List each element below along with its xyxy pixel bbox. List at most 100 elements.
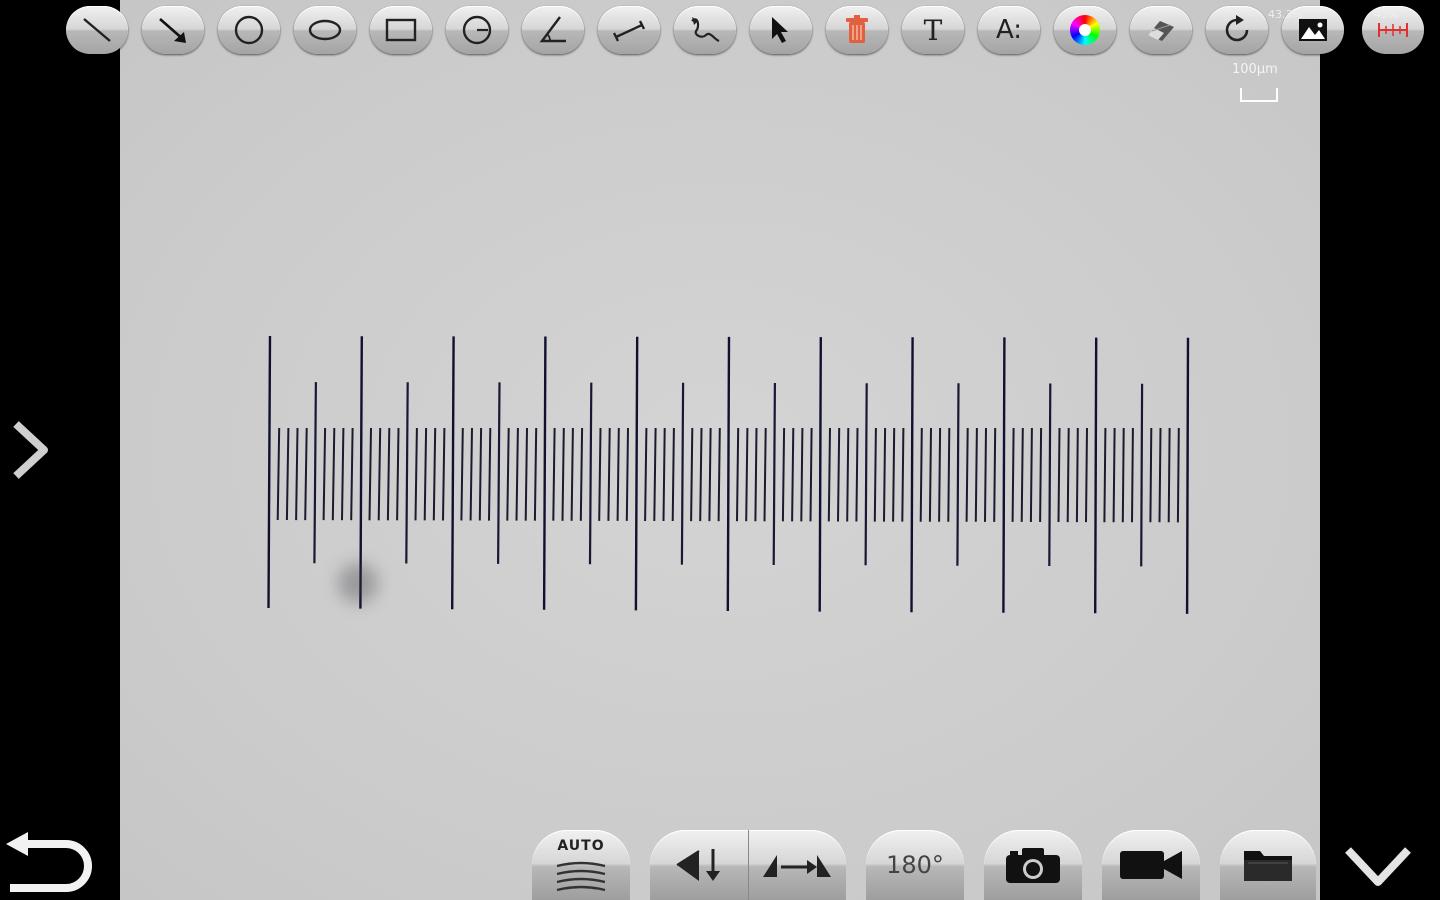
ruler-tick <box>671 427 675 522</box>
rotate-button[interactable] <box>1206 6 1268 54</box>
eraser-button[interactable] <box>1130 6 1192 54</box>
ruler-tick <box>993 427 997 522</box>
ruler-tick <box>598 427 602 521</box>
ruler-tick <box>276 427 281 521</box>
ruler-tick <box>800 427 804 522</box>
radius-circle-tool-button[interactable] <box>446 6 508 54</box>
status-readout-right: 43% <box>1374 8 1399 21</box>
line-tool-button[interactable] <box>66 6 128 54</box>
ruler-tick <box>726 336 731 612</box>
ruler-tick <box>745 427 749 522</box>
ruler-tick <box>506 427 510 521</box>
chevron-right-icon[interactable] <box>6 418 54 482</box>
ruler-tick <box>754 427 758 522</box>
ruler-tick <box>680 382 685 565</box>
ellipse-tool-button[interactable] <box>294 6 356 54</box>
ruler-tick <box>423 427 428 521</box>
ruler-tick <box>368 427 372 521</box>
auto-focus-button[interactable]: AUTO <box>532 830 630 900</box>
ruler-tick <box>919 427 923 522</box>
ruler-tick <box>1002 337 1006 613</box>
color-picker-button[interactable] <box>1054 6 1116 54</box>
distance-icon <box>612 20 646 42</box>
ruler-tick <box>938 427 942 522</box>
rotate-180-label: 180° <box>886 851 944 879</box>
ruler-tick <box>460 427 464 521</box>
ruler-tick <box>377 427 382 521</box>
rectangle-icon <box>385 18 417 42</box>
angle-tool-button[interactable] <box>522 6 584 54</box>
freehand-tool-button[interactable] <box>674 6 736 54</box>
ruler-tick <box>662 427 666 522</box>
rotate-icon <box>1225 15 1249 42</box>
rectangle-tool-button[interactable] <box>370 6 432 54</box>
ruler-tick <box>1167 427 1171 523</box>
ruler-tick <box>873 427 877 522</box>
chevron-down-icon[interactable] <box>1342 842 1414 890</box>
radius-circle-icon <box>462 15 492 45</box>
ruler-tick <box>588 382 593 565</box>
ruler-tick <box>524 427 528 521</box>
ruler-tick <box>497 382 501 564</box>
back-arrow-icon[interactable] <box>4 832 94 896</box>
ruler-tick <box>910 337 914 613</box>
distance-tool-button[interactable] <box>598 6 660 54</box>
circle-tool-button[interactable] <box>218 6 280 54</box>
font-size-icon: A: <box>995 15 1023 45</box>
eraser-icon <box>1148 21 1174 41</box>
ruler-tick <box>396 427 400 521</box>
ruler-tick <box>1039 427 1043 523</box>
ruler-tick <box>809 427 813 522</box>
freehand-icon <box>691 17 720 43</box>
ruler-tick <box>883 427 887 522</box>
ruler-tick <box>846 427 850 522</box>
microscope-image-view[interactable] <box>120 0 1320 900</box>
ruler-tick <box>1094 337 1098 614</box>
ruler-tick <box>1066 427 1070 523</box>
ruler-tick <box>1149 427 1153 523</box>
ruler-tick <box>1048 383 1052 567</box>
ruler-tick <box>542 336 547 610</box>
flip-vertical-button[interactable] <box>650 830 749 900</box>
ruler-tick <box>653 427 657 522</box>
capture-photo-button[interactable] <box>984 830 1082 900</box>
ruler-tick <box>690 427 694 522</box>
arrow-tool-button[interactable] <box>142 6 204 54</box>
ruler-tick <box>634 336 639 611</box>
ruler-tick <box>892 427 896 522</box>
ruler-tick <box>717 427 721 522</box>
line-icon <box>83 18 111 42</box>
flip-horizontal-button[interactable] <box>749 830 847 900</box>
ruler-tick <box>1011 427 1015 522</box>
font-size-button[interactable]: A: <box>978 6 1040 54</box>
ruler-tick <box>331 427 336 521</box>
select-pointer-icon <box>772 17 788 43</box>
ruler-tick <box>1140 383 1144 567</box>
ruler-tick <box>267 335 272 609</box>
ruler-tick <box>451 336 455 610</box>
ruler-tick <box>533 427 538 521</box>
ruler-tick <box>984 427 987 522</box>
ruler-tick <box>570 427 574 521</box>
ellipse-icon <box>308 19 342 41</box>
select-tool-button[interactable] <box>750 6 812 54</box>
record-video-button[interactable] <box>1102 830 1200 900</box>
ruler-tick <box>1075 427 1079 523</box>
flip-mirror-group <box>650 830 846 900</box>
smudge <box>338 563 378 603</box>
ruler-tick <box>708 427 712 522</box>
ruler-tick <box>488 427 492 521</box>
open-folder-button[interactable] <box>1220 830 1316 900</box>
ruler-tick <box>928 427 932 522</box>
delete-button[interactable] <box>826 6 888 54</box>
ruler-tick <box>837 427 841 522</box>
text-tool-button[interactable]: T <box>902 6 964 54</box>
ruler-tick <box>855 427 859 522</box>
ruler-tick <box>1085 427 1088 523</box>
ruler-tick <box>736 427 740 522</box>
ruler-tick <box>625 427 629 521</box>
rotate-180-button[interactable]: 180° <box>866 830 964 900</box>
flip-horizontal-icon <box>763 855 832 877</box>
color-wheel-icon <box>1070 15 1100 45</box>
layers-icon <box>556 861 606 892</box>
